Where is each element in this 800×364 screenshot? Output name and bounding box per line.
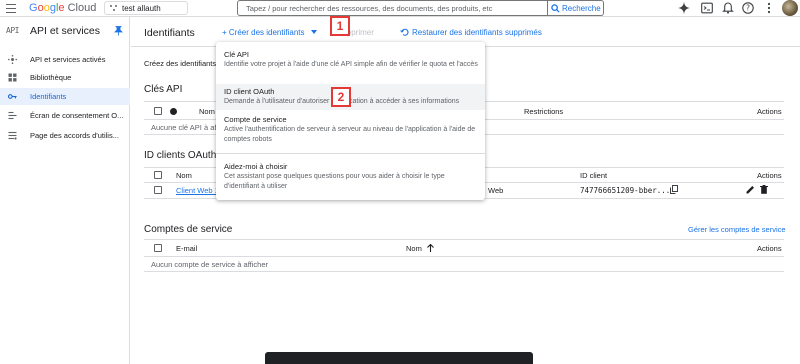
settings-list-icon [8, 131, 17, 140]
account-avatar[interactable] [782, 0, 798, 16]
search-button[interactable]: Recherche [548, 0, 604, 16]
notifications-icon[interactable] [722, 2, 734, 14]
edit-icon[interactable] [746, 185, 755, 194]
select-all-checkbox[interactable] [154, 107, 162, 115]
sidebar: API API et services API et services acti… [0, 17, 130, 364]
menu-item-title: Clé API [224, 50, 250, 59]
menu-item-api-key[interactable]: Clé API Identifie votre projet à l'aide … [216, 44, 485, 84]
intro-text: Créez des identifiants [144, 59, 217, 68]
sidebar-item-label: Écran de consentement O... [30, 111, 124, 120]
column-header-actions: Actions [757, 171, 782, 180]
key-icon [8, 94, 17, 99]
delete-icon[interactable] [760, 185, 768, 194]
column-header-actions: Actions [757, 244, 782, 253]
select-all-checkbox[interactable] [154, 171, 162, 179]
menu-item-service-account[interactable]: Compte de service Active l'authentificat… [216, 112, 485, 152]
create-credentials-menu: Clé API Identifie votre projet à l'aide … [216, 42, 485, 200]
help-icon[interactable]: ? [742, 2, 754, 14]
menu-item-title: Aidez-moi à choisir [224, 162, 288, 171]
svg-text:?: ? [746, 4, 750, 13]
sidebar-header: API API et services [0, 17, 130, 46]
bottom-toast-bar [265, 352, 533, 364]
table-divider [144, 239, 784, 240]
column-header-name[interactable]: Nom [406, 244, 422, 253]
column-header-name[interactable]: Nom [199, 107, 215, 116]
step-marker-2: 2 [331, 87, 351, 107]
search-placeholder: Tapez / pour rechercher des ressources, … [246, 4, 493, 13]
consent-icon [8, 111, 17, 120]
sidebar-item-label: API et services activés [30, 55, 106, 64]
sidebar-item-agreements[interactable]: Page des accords d'utilis... [0, 127, 130, 144]
sort-ascending-icon[interactable] [427, 244, 434, 252]
manage-service-accounts-link[interactable]: Gérer les comptes de service [688, 225, 786, 234]
menu-item-description: Cet assistant pose quelques questions po… [224, 173, 445, 190]
table-divider [144, 256, 784, 257]
hub-icon [8, 55, 17, 64]
create-credentials-label: + Créer des identifiants [222, 28, 305, 37]
column-header-name[interactable]: Nom [176, 171, 192, 180]
copy-icon[interactable] [670, 185, 678, 194]
step-marker-1: 1 [330, 16, 350, 36]
more-options-icon[interactable] [763, 2, 775, 14]
service-accounts-empty-text: Aucun compte de service à afficher [151, 260, 269, 269]
sidebar-title: API et services [30, 25, 101, 37]
row-checkbox[interactable] [154, 186, 162, 194]
table-divider [144, 271, 784, 272]
chevron-down-icon [311, 30, 317, 34]
restore-icon [400, 28, 409, 36]
menu-item-description: Identifie votre projet à l'aide d'une cl… [224, 61, 478, 68]
menu-item-title: ID client OAuth [224, 87, 275, 96]
oauth-client-id: 747766651209-bber... [580, 186, 671, 195]
sidebar-item-label: Bibliothèque [30, 73, 72, 82]
top-bar: Google Cloud test allauth Tapez / pour r… [0, 0, 800, 17]
menu-item-title: Compte de service [224, 115, 287, 124]
sidebar-item-library[interactable]: Bibliothèque [0, 69, 130, 86]
menu-divider [216, 153, 485, 154]
sidebar-item-enabled-apis[interactable]: API et services activés [0, 51, 130, 68]
project-dots-icon [110, 5, 117, 12]
oauth-client-name-link[interactable]: Client Web 1 [176, 186, 219, 195]
column-header-client-id: ID client [580, 171, 608, 180]
search-icon [551, 4, 560, 13]
restore-label: Restaurer des identifiants supprimés [412, 28, 542, 37]
menu-item-help-me-choose[interactable]: Aidez-moi à choisir Cet assistant pose q… [216, 156, 485, 198]
menu-item-description: Demande à l'utilisateur d'autoriser l'ap… [224, 98, 460, 105]
project-selector[interactable]: test allauth [104, 1, 188, 15]
menu-item-description: Active l'authentification de serveur à s… [224, 126, 476, 143]
main-menu-icon[interactable] [6, 4, 16, 13]
column-header-restrictions: Restrictions [524, 107, 564, 116]
library-icon [8, 73, 17, 82]
project-name: test allauth [122, 4, 161, 13]
sidebar-item-credentials[interactable]: Identifiants [0, 88, 130, 105]
search-input[interactable]: Tapez / pour rechercher des ressources, … [237, 0, 548, 16]
page-title: Identifiants [144, 27, 195, 39]
sidebar-item-label: Identifiants [30, 92, 67, 101]
gemini-sparkle-icon[interactable] [678, 2, 690, 14]
api-badge-icon: API [6, 26, 19, 35]
column-header-email[interactable]: E-mail [176, 244, 197, 253]
sidebar-item-consent-screen[interactable]: Écran de consentement O... [0, 107, 130, 124]
column-header-actions: Actions [757, 107, 782, 116]
status-dot-icon [170, 108, 177, 115]
select-all-checkbox[interactable] [154, 244, 162, 252]
pin-icon[interactable] [114, 26, 123, 36]
terminal-icon[interactable] [701, 2, 713, 14]
service-accounts-title: Comptes de service [144, 224, 233, 235]
oauth-client-type: Web [488, 186, 504, 195]
sidebar-item-label: Page des accords d'utilis... [30, 131, 119, 140]
google-cloud-logo[interactable]: Google Cloud [29, 2, 96, 14]
api-keys-title: Clés API [144, 84, 183, 95]
